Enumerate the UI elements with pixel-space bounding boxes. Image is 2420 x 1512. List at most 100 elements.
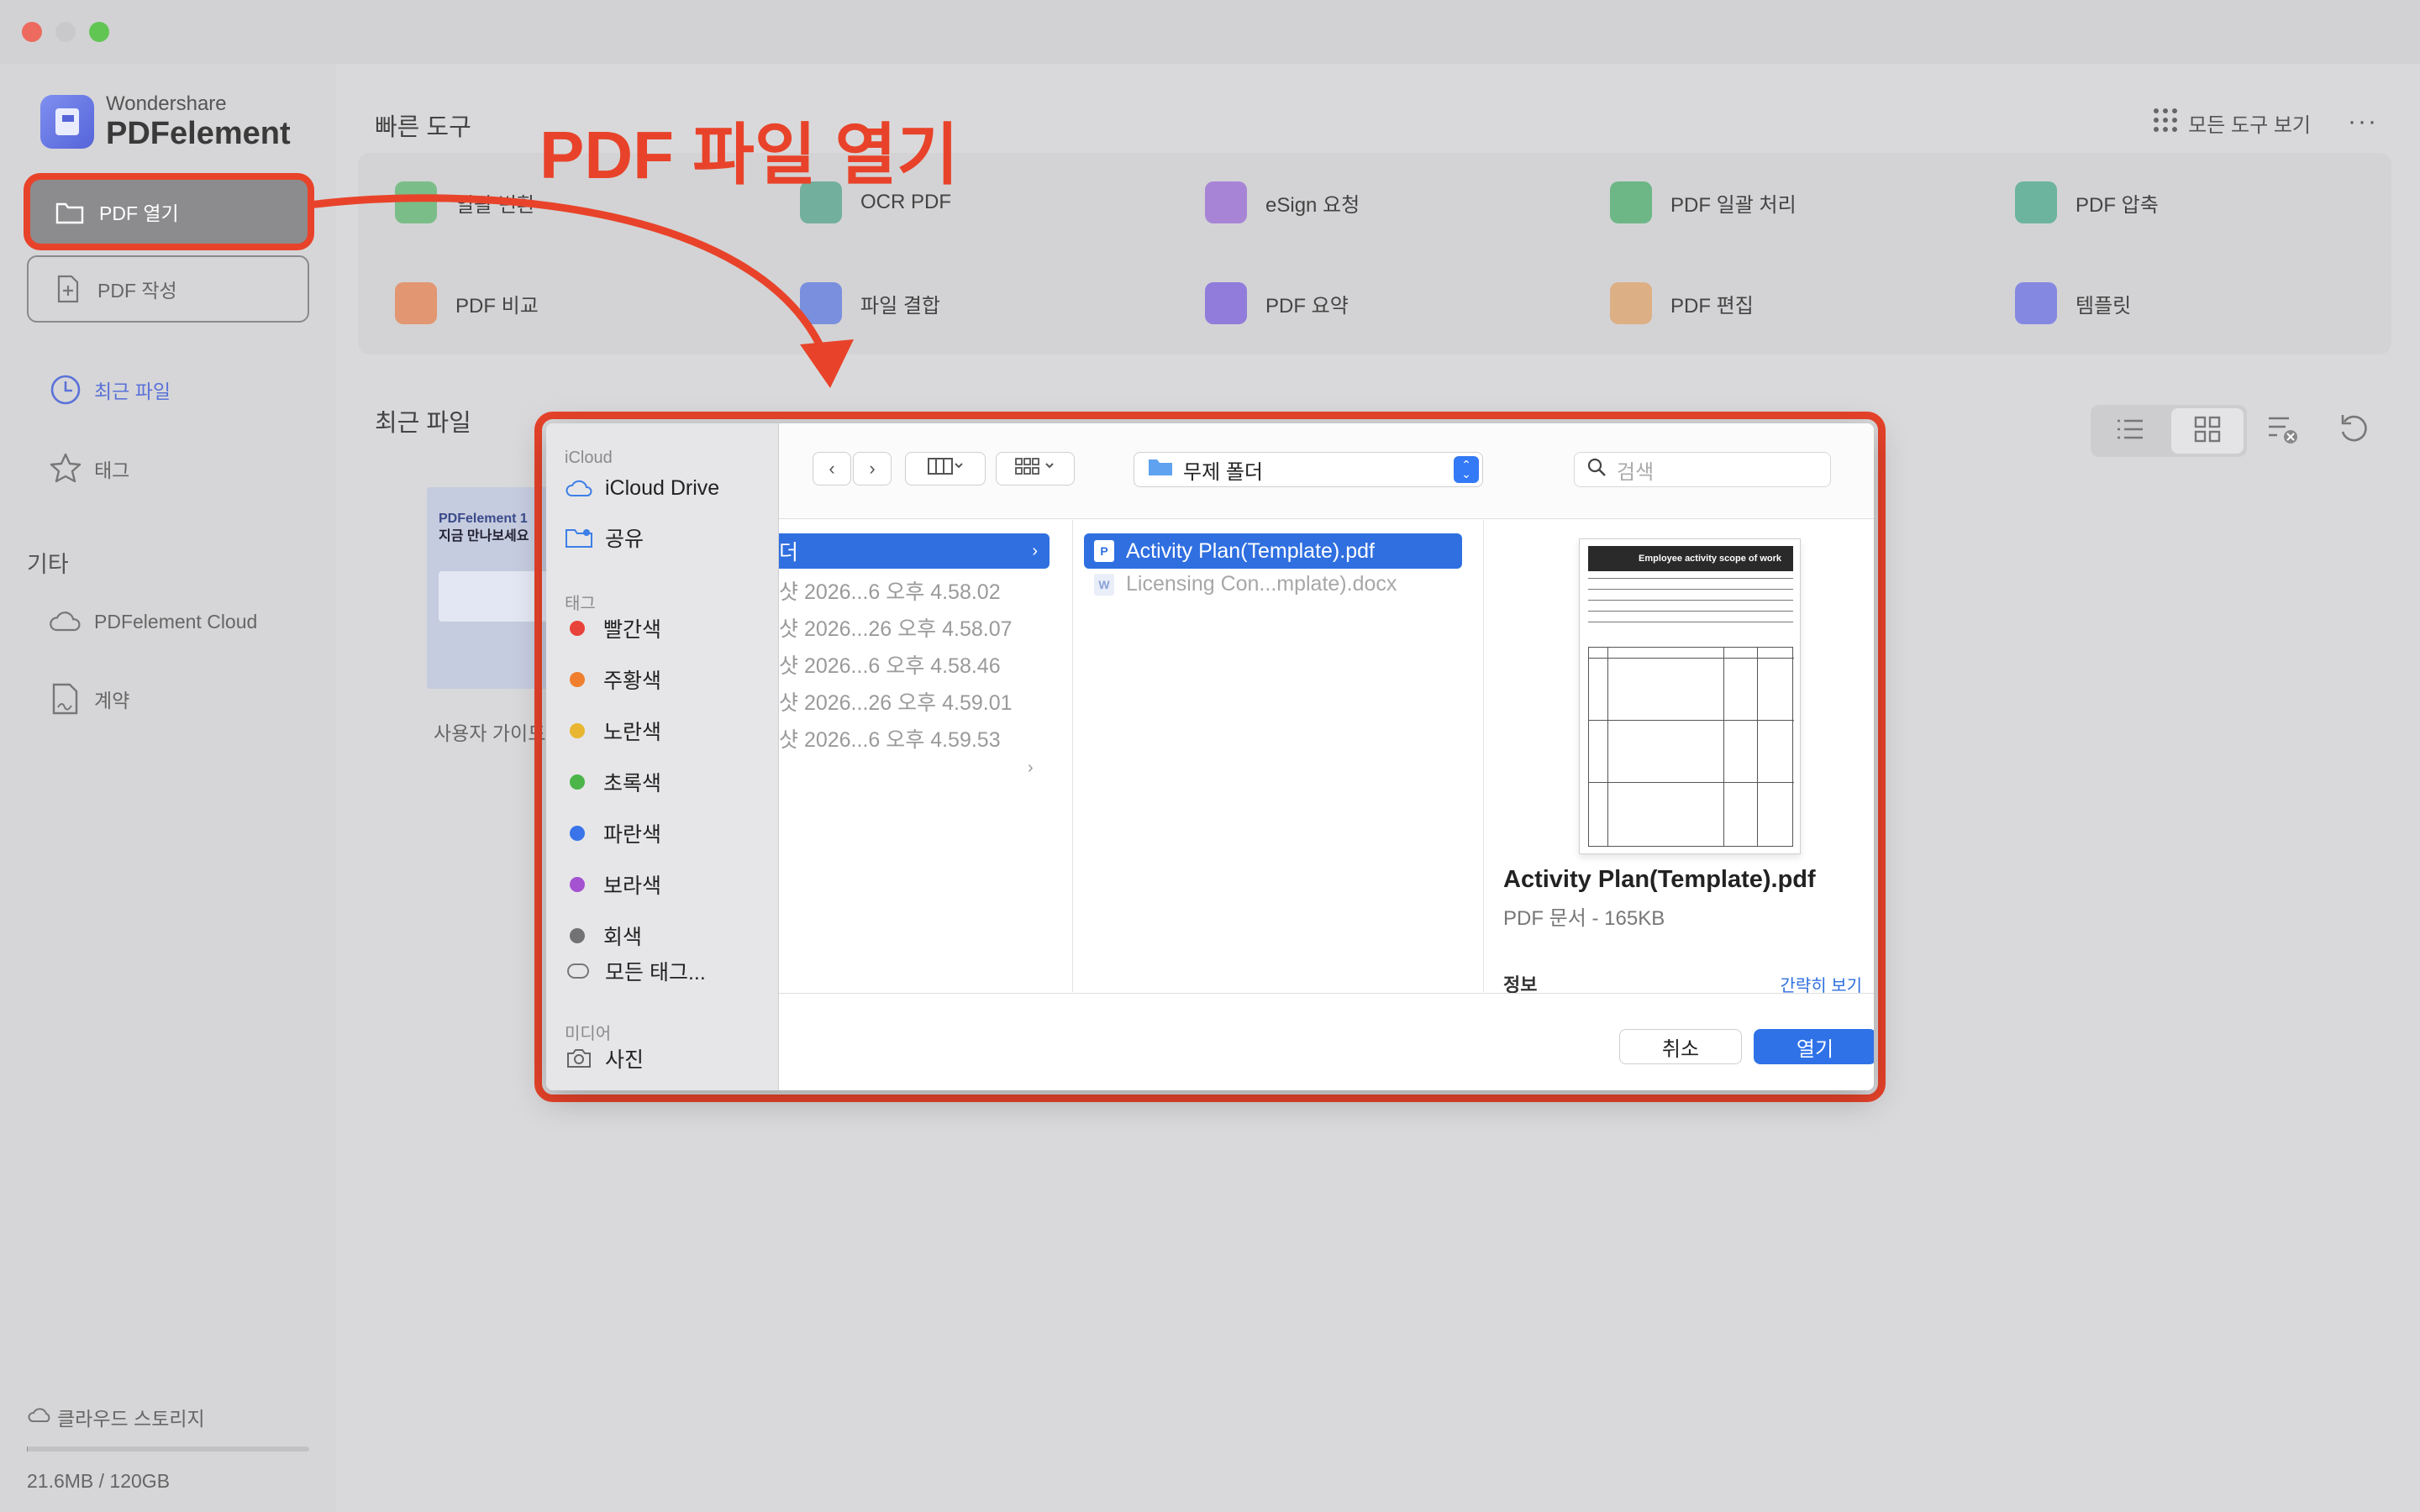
- tool-merge-files[interactable]: 파일 결합: [800, 282, 940, 324]
- search-icon: [1586, 457, 1607, 483]
- tag-color-dot-icon: [570, 672, 585, 687]
- icloud-drive-label: iCloud Drive: [605, 475, 720, 500]
- tool-label: PDF 일괄 처리: [1670, 193, 1797, 217]
- tool-label: 일괄 변환: [455, 193, 535, 217]
- group-button[interactable]: [996, 452, 1075, 486]
- folder-icon: [55, 197, 84, 226]
- zoom-window-button[interactable]: [89, 22, 109, 42]
- thumb-header-text: Employee activity scope of work: [1639, 554, 1781, 564]
- dialog-tag-item[interactable]: 회색: [565, 921, 642, 951]
- selected-file-row[interactable]: P Activity Plan(Template).pdf: [1084, 533, 1462, 569]
- file-row[interactable]: 샷 2026...6 오후 4.58.46: [779, 649, 1001, 680]
- docx-file-label: Licensing Con...mplate).docx: [1126, 572, 1397, 596]
- open-file-dialog: iCloud iCloud Drive 공유 태그 빨간색 주황색 노란색 초록색 파란…: [546, 423, 1874, 1090]
- subfolder-chevron-icon[interactable]: ›: [1028, 759, 1034, 778]
- view-mode-button[interactable]: [905, 452, 986, 486]
- tag-label: 주황색: [603, 669, 662, 693]
- recent-files-title: 최근 파일: [375, 410, 471, 437]
- sidebar-item-recent[interactable]: 최근 파일: [49, 373, 171, 407]
- file-row[interactable]: 샷 2026...26 오후 4.59.01: [779, 686, 1013, 717]
- dialog-tag-item[interactable]: 초록색: [565, 767, 661, 797]
- clear-list-button[interactable]: [2267, 412, 2301, 449]
- tool-batch-convert[interactable]: 일괄 변환: [395, 181, 535, 223]
- file-row[interactable]: 샷 2026...6 오후 4.59.53: [779, 723, 1001, 753]
- list-remove-icon: [2267, 417, 2301, 449]
- file-plus-icon: [54, 275, 82, 303]
- dialog-tag-item[interactable]: 파란색: [565, 818, 661, 848]
- create-pdf-button[interactable]: PDF 작성: [27, 255, 309, 323]
- tool-pdf-compress[interactable]: PDF 압축: [2015, 181, 2159, 223]
- file-row-docx[interactable]: W Licensing Con...mplate).docx: [1084, 572, 1397, 596]
- tool-label: 템플릿: [2075, 294, 2132, 318]
- search-field[interactable]: 검색: [1574, 452, 1831, 487]
- tag-color-dot-icon: [570, 826, 585, 841]
- shared-folder-icon: [565, 525, 593, 550]
- compress-icon: [2015, 181, 2057, 223]
- tag-color-dot-icon: [570, 928, 585, 943]
- batch-convert-icon: [395, 181, 437, 223]
- word-file-icon: W: [1094, 573, 1114, 596]
- more-options-button[interactable]: ···: [2348, 108, 2378, 136]
- app-window: Wondershare PDFelement PDF 열기 PDF 작성 최근 …: [0, 0, 2420, 1512]
- forward-button[interactable]: ›: [853, 452, 892, 486]
- title-bar: [0, 0, 2420, 64]
- file-row[interactable]: 샷 2026...6 오후 4.58.02: [779, 575, 1001, 606]
- list-view-button[interactable]: [2094, 408, 2166, 454]
- tag-label: 빨간색: [603, 618, 662, 642]
- recent-file-name[interactable]: 사용자 가이드: [434, 717, 545, 746]
- all-tools-button[interactable]: 모든 도구 보기: [2153, 108, 2311, 139]
- summary-icon: [1205, 282, 1247, 324]
- dialog-tag-item[interactable]: 주황색: [565, 664, 661, 695]
- tag-label: 파란색: [603, 823, 662, 847]
- storage-progress-fill: [27, 1446, 29, 1452]
- logo-brand: Wondershare: [106, 92, 227, 115]
- dialog-sidebar-photos[interactable]: 사진: [565, 1043, 644, 1074]
- sidebar-item-contract[interactable]: 계약: [49, 682, 129, 716]
- tool-pdf-compare[interactable]: PDF 비교: [395, 282, 539, 324]
- selected-folder-row[interactable]: 더 ›: [779, 533, 1050, 569]
- sidebar: Wondershare PDFelement PDF 열기 PDF 작성 최근 …: [0, 64, 336, 1512]
- file-preview-pane: Employee activity scope of work Activity…: [1485, 520, 1874, 995]
- dialog-tag-item[interactable]: 보라색: [565, 869, 661, 900]
- sidebar-section-etc: 기타: [27, 552, 69, 577]
- tool-template[interactable]: 템플릿: [2015, 282, 2131, 324]
- file-row[interactable]: 샷 2026...26 오후 4.58.07: [779, 612, 1013, 643]
- tool-pdf-summary[interactable]: PDF 요약: [1205, 282, 1349, 324]
- grid-dots-icon: [2153, 108, 2178, 139]
- minimize-window-button[interactable]: [55, 22, 76, 42]
- close-window-button[interactable]: [22, 22, 42, 42]
- compare-icon: [395, 282, 437, 324]
- thumb-line-1: PDFelement 1: [439, 512, 528, 526]
- back-button[interactable]: ‹: [813, 452, 851, 486]
- thumb-graphic: [439, 570, 548, 622]
- tool-pdf-batch[interactable]: PDF 일괄 처리: [1610, 181, 1797, 223]
- pdfelement-logo-icon: [40, 95, 94, 149]
- cloud-storage: 클라우드 스토리지 21.6MB / 120GB: [27, 1403, 309, 1493]
- sidebar-item-tags[interactable]: 태그: [49, 452, 129, 486]
- dialog-tag-item[interactable]: 빨간색: [565, 613, 661, 643]
- tool-pdf-edit[interactable]: PDF 편집: [1610, 282, 1754, 324]
- thumb-line-2: 지금 만나보세요: [439, 528, 529, 543]
- grid-view-button[interactable]: [2171, 408, 2244, 454]
- tool-label: PDF 요약: [1265, 294, 1349, 318]
- tool-label: eSign 요청: [1265, 193, 1360, 217]
- sidebar-item-cloud[interactable]: PDFelement Cloud: [49, 605, 257, 638]
- tag-label: 보라색: [603, 874, 662, 898]
- tag-label: 회색: [603, 926, 643, 949]
- cloud-storage-value: 21.6MB / 120GB: [27, 1470, 171, 1492]
- logo-app-name: PDFelement: [106, 116, 291, 151]
- open-pdf-button[interactable]: PDF 열기: [24, 173, 314, 250]
- open-button[interactable]: 열기: [1754, 1029, 1874, 1064]
- storage-progress-bar: [27, 1446, 309, 1452]
- updown-chevron-icon: ⌃ ⌄: [1454, 456, 1479, 483]
- tool-esign-request[interactable]: eSign 요청: [1205, 181, 1360, 223]
- merge-icon: [800, 282, 842, 324]
- refresh-button[interactable]: [2338, 412, 2371, 449]
- dialog-tag-item[interactable]: 노란색: [565, 716, 661, 746]
- dialog-sidebar-shared[interactable]: 공유: [565, 522, 644, 553]
- folder-location-select[interactable]: 무제 폴더 ⌃ ⌄: [1134, 452, 1483, 487]
- cancel-button[interactable]: 취소: [1619, 1029, 1742, 1064]
- dialog-sidebar-icloud-drive[interactable]: iCloud Drive: [565, 475, 719, 501]
- all-tags-label: 모든 태그...: [605, 961, 706, 984]
- dialog-sidebar-all-tags[interactable]: 모든 태그...: [565, 956, 706, 986]
